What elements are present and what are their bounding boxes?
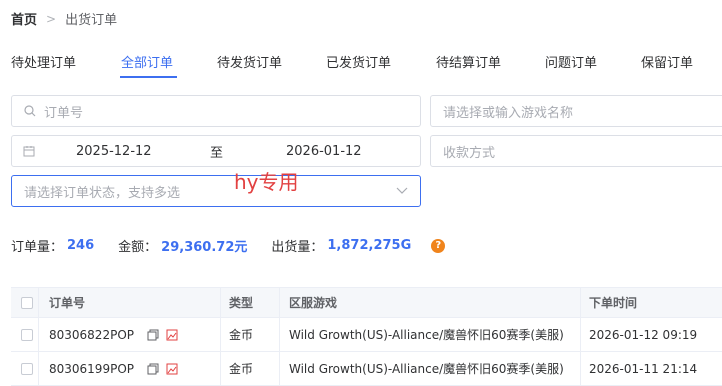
header-type: 类型: [229, 296, 254, 310]
payment-method-select[interactable]: 收款方式: [430, 135, 722, 167]
shipped-label: 出货量：: [271, 240, 324, 255]
status-placeholder: 请选择订单状态，支持多选: [24, 185, 181, 201]
game-select[interactable]: 请选择或输入游戏名称: [430, 95, 722, 127]
table-row[interactable]: 80306199POP 金币 Wild Growth(US)-Alliance/…: [11, 352, 722, 386]
order-no-placeholder: 订单号: [44, 105, 84, 121]
orders-label: 订单量：: [11, 240, 64, 255]
header-server-game: 区服游戏: [289, 296, 338, 310]
order-stats: 订单量： 246 金额： 29,360.72元 出货量： 1,872,275G …: [11, 236, 446, 255]
order-no-input[interactable]: 订单号: [11, 95, 421, 127]
row-checkbox[interactable]: [21, 352, 33, 385]
order-status-select[interactable]: 请选择订单状态，支持多选: [11, 175, 421, 207]
date-range-picker[interactable]: 2025-12-12 至 2026-01-12: [11, 135, 421, 167]
tab-shipped[interactable]: 已发货订单: [326, 52, 391, 71]
image-icon[interactable]: [166, 318, 178, 351]
tab-all[interactable]: 全部订单: [121, 52, 173, 71]
orders-table: 订单号 类型 区服游戏 下单时间 80306822POP 金币 Wild Gro…: [11, 287, 722, 386]
date-separator: 至: [210, 145, 224, 161]
order-no-cell: 80306822POP: [49, 327, 134, 342]
chevron-down-icon: [396, 187, 408, 195]
date-start[interactable]: 2025-12-12: [76, 144, 152, 159]
breadcrumb-current: 出货订单: [65, 13, 118, 28]
tab-pending[interactable]: 待处理订单: [11, 52, 76, 71]
breadcrumb: 首页 > 出货订单: [11, 9, 118, 29]
order-no-cell: 80306199POP: [49, 361, 134, 376]
type-cell: 金币: [229, 362, 254, 376]
breadcrumb-separator: >: [46, 11, 57, 26]
tab-to-ship[interactable]: 待发货订单: [217, 52, 282, 71]
active-tab-indicator: [120, 76, 177, 78]
select-all-checkbox[interactable]: [21, 288, 33, 317]
server-game-cell: Wild Growth(US)-Alliance/魔兽怀旧60赛季(美服): [289, 328, 564, 342]
tab-reserved[interactable]: 保留订单: [641, 52, 693, 71]
row-checkbox[interactable]: [21, 318, 33, 351]
amount-label: 金额：: [118, 240, 158, 255]
image-icon[interactable]: [166, 352, 178, 385]
tab-problem[interactable]: 问题订单: [545, 52, 597, 71]
calendar-icon: [23, 145, 35, 157]
breadcrumb-home[interactable]: 首页: [11, 9, 37, 28]
tab-to-settle[interactable]: 待结算订单: [436, 52, 501, 71]
help-icon[interactable]: ?: [431, 238, 446, 253]
orders-value: 246: [67, 238, 95, 253]
order-time-cell: 2026-01-11 21:14: [589, 361, 698, 376]
table-row[interactable]: 80306822POP 金币 Wild Growth(US)-Alliance/…: [11, 318, 722, 352]
table-header: 订单号 类型 区服游戏 下单时间: [11, 287, 722, 318]
copy-icon[interactable]: [147, 352, 159, 385]
amount-value: 29,360.72元: [161, 240, 248, 255]
game-placeholder: 请选择或输入游戏名称: [443, 105, 574, 121]
header-order-time: 下单时间: [589, 296, 638, 310]
copy-icon[interactable]: [147, 318, 159, 351]
shipped-value: 1,872,275G: [327, 238, 412, 253]
order-time-cell: 2026-01-12 09:19: [589, 327, 698, 342]
order-tabs: 待处理订单 全部订单 待发货订单 已发货订单 待结算订单 问题订单 保留订单: [0, 50, 722, 80]
header-order-no: 订单号: [49, 296, 86, 310]
watermark-hy: hy专用: [234, 170, 299, 194]
type-cell: 金币: [229, 328, 254, 342]
server-game-cell: Wild Growth(US)-Alliance/魔兽怀旧60赛季(美服): [289, 362, 564, 376]
payment-placeholder: 收款方式: [443, 145, 496, 161]
search-icon: [24, 105, 36, 117]
date-end[interactable]: 2026-01-12: [286, 144, 362, 159]
